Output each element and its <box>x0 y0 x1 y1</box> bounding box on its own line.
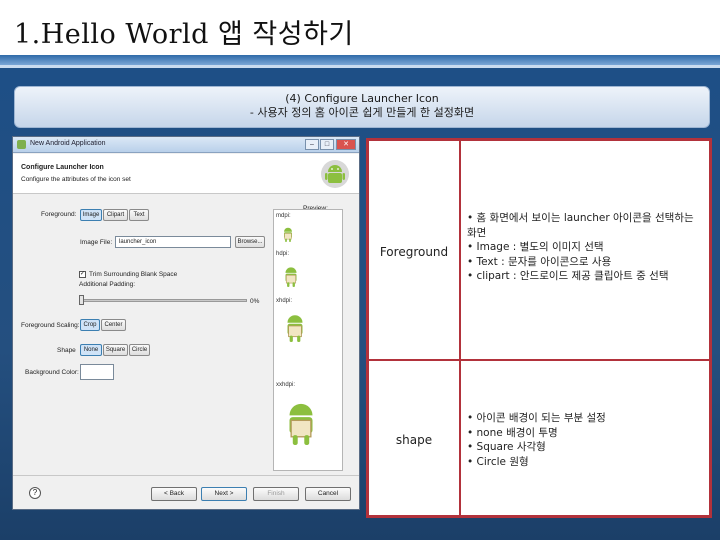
dialog-titlebar: New Android Application – □ ✕ <box>13 137 359 153</box>
list-item: clipart : 안드로이드 제공 클립아트 중 선택 <box>467 269 703 284</box>
cancel-button[interactable]: Cancel <box>305 487 351 501</box>
preview-xhdpi-android-icon <box>287 315 303 342</box>
trim-checkbox[interactable]: ✓ <box>79 271 86 278</box>
list-item: Text : 문자를 아이콘으로 사용 <box>467 255 703 270</box>
foreground-image-toggle[interactable]: Image <box>80 209 102 221</box>
wizard-page-subtitle: Configure the attributes of the icon set <box>21 176 131 183</box>
scaling-label: Foreground Scaling: <box>21 322 80 329</box>
density-xxhdpi-label: xxhdpi: <box>276 382 296 388</box>
padding-value: 0% <box>250 298 260 305</box>
density-xhdpi-label: xhdpi: <box>276 298 293 304</box>
wizard-header: Configure Launcher Icon Configure the at… <box>13 154 359 194</box>
foreground-label: Foreground: <box>41 211 77 218</box>
close-icon[interactable]: ✕ <box>336 139 356 150</box>
row-name-shape: shape <box>395 433 433 447</box>
wizard-page-title: Configure Launcher Icon <box>21 164 104 171</box>
preview-panel: mdpi: hdpi: xhdpi: xxhdpi: <box>273 209 343 471</box>
next-button[interactable]: Next > <box>201 487 247 501</box>
preview-xxhdpi-android-icon <box>289 403 313 445</box>
row-name-foreground: Foreground <box>379 245 449 259</box>
padding-label: Additional Padding: <box>79 281 136 288</box>
foreground-description-list: 홈 화면에서 보이는 launcher 아이콘을 선택하는 화면 Image :… <box>467 211 703 284</box>
caption-heading: (4) Configure Launcher Icon <box>285 92 439 105</box>
trim-label: Trim Surrounding Blank Space <box>89 271 178 278</box>
background-color-swatch[interactable] <box>80 364 114 380</box>
list-item: Circle 원형 <box>467 455 703 470</box>
shape-circle-toggle[interactable]: Circle <box>129 344 150 356</box>
preview-hdpi-android-icon <box>285 267 297 287</box>
image-file-label: Image File: <box>80 239 113 246</box>
description-table: Foreground 홈 화면에서 보이는 launcher 아이콘을 선택하는… <box>366 138 712 518</box>
dialog-window-title: New Android Application <box>30 140 106 147</box>
finish-button[interactable]: Finish <box>253 487 299 501</box>
table-row-desc-cell: 아이콘 배경이 되는 부분 설정 none 배경이 투명 Square 사각형 … <box>460 360 710 516</box>
background-color-label: Background Color: <box>25 369 79 376</box>
new-android-application-dialog: New Android Application – □ ✕ Configure … <box>12 136 360 510</box>
title-divider <box>0 55 720 65</box>
scaling-crop-toggle[interactable]: Crop <box>80 319 100 331</box>
list-item: none 배경이 투명 <box>467 426 703 441</box>
shape-square-toggle[interactable]: Square <box>103 344 128 356</box>
density-hdpi-label: hdpi: <box>276 251 290 257</box>
table-row-desc-cell: 홈 화면에서 보이는 launcher 아이콘을 선택하는 화면 Image :… <box>460 140 710 360</box>
table-row-name-cell: shape <box>368 360 460 516</box>
maximize-icon[interactable]: □ <box>320 139 334 150</box>
padding-slider-track[interactable] <box>79 299 247 302</box>
shape-description-list: 아이콘 배경이 되는 부분 설정 none 배경이 투명 Square 사각형 … <box>467 411 703 469</box>
list-item: 홈 화면에서 보이는 launcher 아이콘을 선택하는 화면 <box>467 211 703 240</box>
shape-none-toggle[interactable]: None <box>80 344 102 356</box>
list-item: Image : 별도의 이미지 선택 <box>467 240 703 255</box>
image-file-input[interactable]: launcher_icon <box>115 236 231 248</box>
caption-description: - 사용자 정의 홈 아이콘 쉽게 만들게 한 설정화면 <box>249 106 475 119</box>
back-button[interactable]: < Back <box>151 487 197 501</box>
help-icon[interactable]: ? <box>29 487 41 499</box>
scaling-center-toggle[interactable]: Center <box>101 319 126 331</box>
density-mdpi-label: mdpi: <box>276 213 291 219</box>
slide-title: 1.Hello World 앱 작성하기 <box>14 19 354 50</box>
minimize-icon[interactable]: – <box>305 139 319 150</box>
list-item: Square 사각형 <box>467 440 703 455</box>
list-item: 아이콘 배경이 되는 부분 설정 <box>467 411 703 426</box>
android-logo-icon <box>321 160 349 188</box>
preview-mdpi-android-icon <box>284 227 292 242</box>
app-icon <box>17 140 26 149</box>
table-row-name-cell: Foreground <box>368 140 460 360</box>
caption-box: (4) Configure Launcher Icon - 사용자 정의 홈 아… <box>14 86 710 128</box>
foreground-clipart-toggle[interactable]: Clipart <box>103 209 128 221</box>
foreground-text-toggle[interactable]: Text <box>129 209 149 221</box>
footer-divider <box>13 475 359 476</box>
browse-button[interactable]: Browse... <box>235 236 265 248</box>
padding-slider-thumb[interactable] <box>79 295 84 305</box>
shape-label: Shape <box>57 347 76 354</box>
